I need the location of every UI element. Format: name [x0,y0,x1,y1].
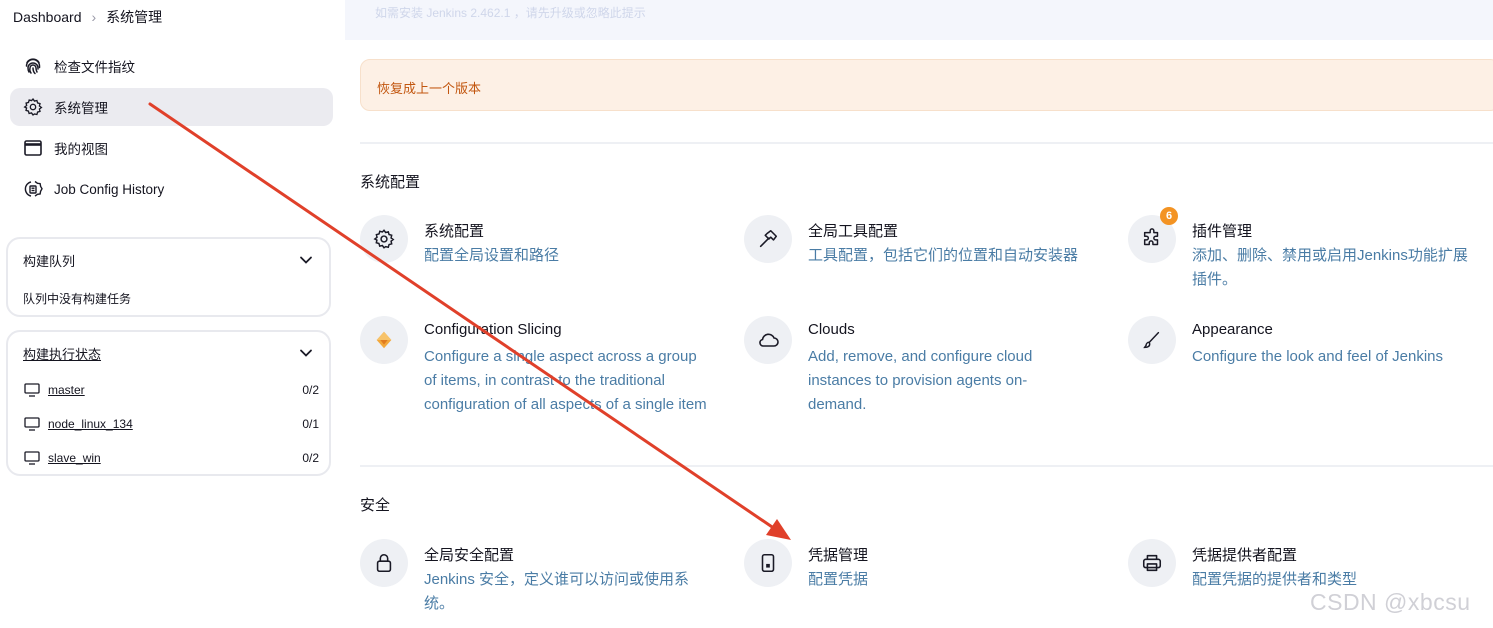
breadcrumb-dashboard[interactable]: Dashboard [13,9,82,25]
chevron-right-icon: › [91,9,97,25]
brush-icon [1128,316,1176,364]
executor-count: 0/2 [302,451,319,465]
tile-description: 添加、删除、禁用或启用Jenkins功能扩展插件。 [1192,247,1468,288]
monitor-icon [24,417,40,431]
tile-title: 全局工具配置 [808,223,899,240]
sidebar-item-manage[interactable]: 系统管理 [10,88,333,126]
executor-count: 0/1 [302,417,319,431]
build-queue-panel: 构建队列 队列中没有构建任务 [6,237,331,317]
chevron-down-icon[interactable] [299,253,313,267]
revert-link[interactable]: 恢复成上一个版本 [377,78,481,97]
tile-description: Jenkins 安全，定义谁可以访问或使用系统。 [424,571,690,612]
build-queue-title[interactable]: 构建队列 [23,251,75,270]
section-title-security: 安全 [360,497,391,514]
monitor-icon [24,451,40,465]
executor-row: master 0/2 [24,380,319,400]
executor-count: 0/2 [302,383,319,397]
update-count-badge: 6 [1160,207,1178,225]
tile-description: Configure a single aspect across a group… [424,348,707,413]
tile-description: Add, remove, and configure cloud instanc… [808,348,1033,413]
monitor-icon [24,383,40,397]
executors-panel: 构建执行状态 master 0/2 node_linux_134 0/1 sla… [6,330,331,476]
update-banner-text: 如需安装 Jenkins 2.462.1 ，请先升级或忽略此提示 [375,6,646,20]
executor-node-link[interactable]: slave_win [48,451,101,465]
executor-row: slave_win 0/2 [24,448,319,468]
build-queue-empty: 队列中没有构建任务 [23,292,132,306]
tile-title: 全局安全配置 [424,547,515,564]
executor-node-link[interactable]: master [48,383,85,397]
section-title-system: 系统配置 [360,174,421,191]
sidebar-item-label: Job Config History [54,181,165,197]
window-icon [22,137,44,159]
sidebar-item-fingerprint[interactable]: 检查文件指纹 [10,47,333,85]
executors-title[interactable]: 构建执行状态 [23,344,101,363]
tile-title: 凭据管理 [808,547,869,564]
tile-description: 配置全局设置和路径 [424,247,560,264]
sidebar-item-label: 我的视图 [54,142,108,157]
watermark: CSDN @xbcsu [1310,589,1471,615]
divider [360,465,1493,467]
breadcrumb: Dashboard › 系统管理 [13,7,162,27]
tile-title: Configuration Slicing [424,321,562,338]
breadcrumb-current[interactable]: 系统管理 [106,7,162,27]
tile-title: 插件管理 [1192,223,1253,240]
tile-title: Clouds [808,321,855,338]
printer-icon [1128,539,1176,587]
top-bar: 如需安装 Jenkins 2.462.1 ，请先升级或忽略此提示 Dashboa… [0,0,1493,40]
tile-description: 配置凭据 [808,571,869,588]
hammer-icon [744,215,792,263]
executor-node-link[interactable]: node_linux_134 [48,417,133,431]
tile-title: 凭据提供者配置 [1192,547,1298,564]
lock-icon [360,539,408,587]
sidebar-item-label: 检查文件指纹 [54,60,135,75]
tile-title: 系统配置 [424,223,485,240]
phone-id-icon [744,539,792,587]
tile-title: Appearance [1192,321,1273,338]
notice-banner: 恢复成上一个版本 [360,59,1493,111]
sidebar-item-label: 系统管理 [54,101,108,116]
update-banner: 如需安装 Jenkins 2.462.1 ，请先升级或忽略此提示 [345,0,1493,40]
gear-icon [22,96,44,118]
slicing-icon [360,316,408,364]
sidebar-item-job-config-history[interactable]: Job Config History [10,170,333,208]
history-icon [22,178,44,200]
executor-row: node_linux_134 0/1 [24,414,319,434]
tile-description: 工具配置，包括它们的位置和自动安装器 [808,247,1079,264]
fingerprint-icon [22,55,44,77]
sidebar-item-my-views[interactable]: 我的视图 [10,129,333,167]
tile-description: Configure the look and feel of Jenkins [1192,348,1443,365]
divider [360,142,1493,144]
chevron-down-icon[interactable] [299,346,313,360]
gear-icon [360,215,408,263]
cloud-icon [744,316,792,364]
